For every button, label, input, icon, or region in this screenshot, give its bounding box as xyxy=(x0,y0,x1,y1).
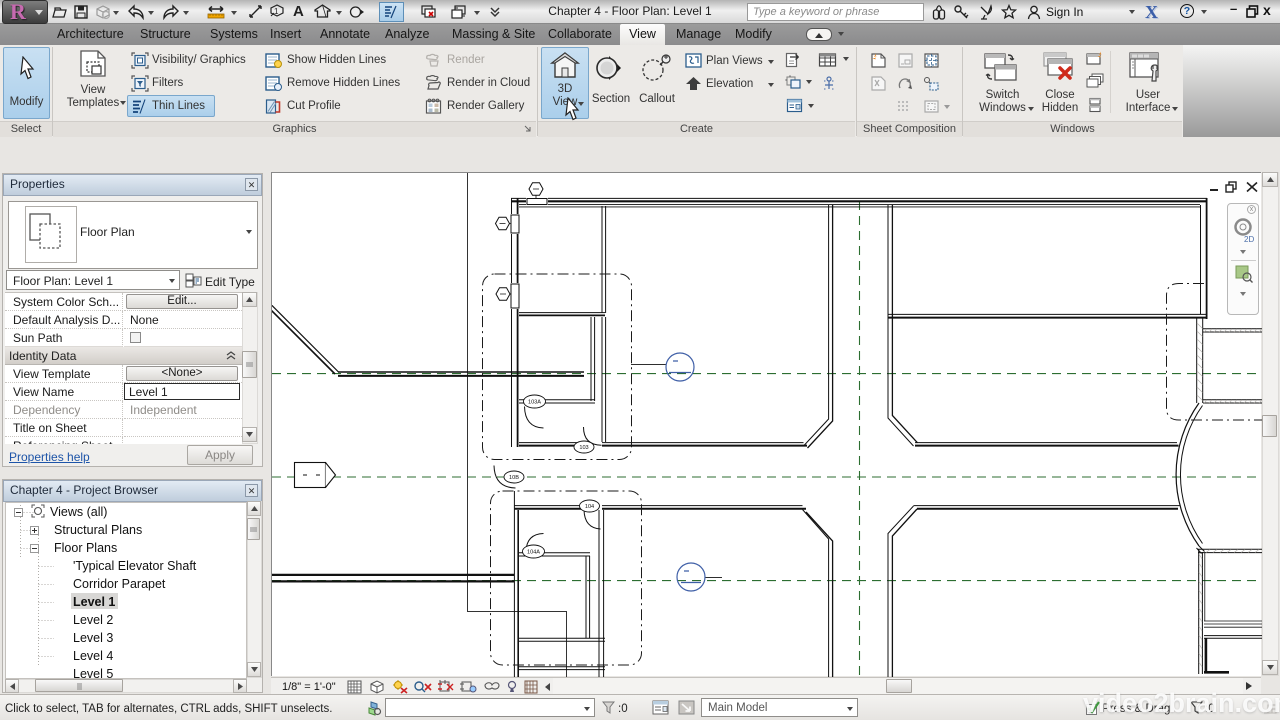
svg-text:10B: 10B xyxy=(509,475,519,481)
svg-text:103: 103 xyxy=(579,445,588,451)
svg-text:104A: 104A xyxy=(527,550,540,556)
svg-text:103A: 103A xyxy=(528,400,541,406)
svg-text:104: 104 xyxy=(585,504,594,510)
svg-text:2D: 2D xyxy=(1244,235,1254,244)
svg-text:1: 1 xyxy=(274,7,279,16)
